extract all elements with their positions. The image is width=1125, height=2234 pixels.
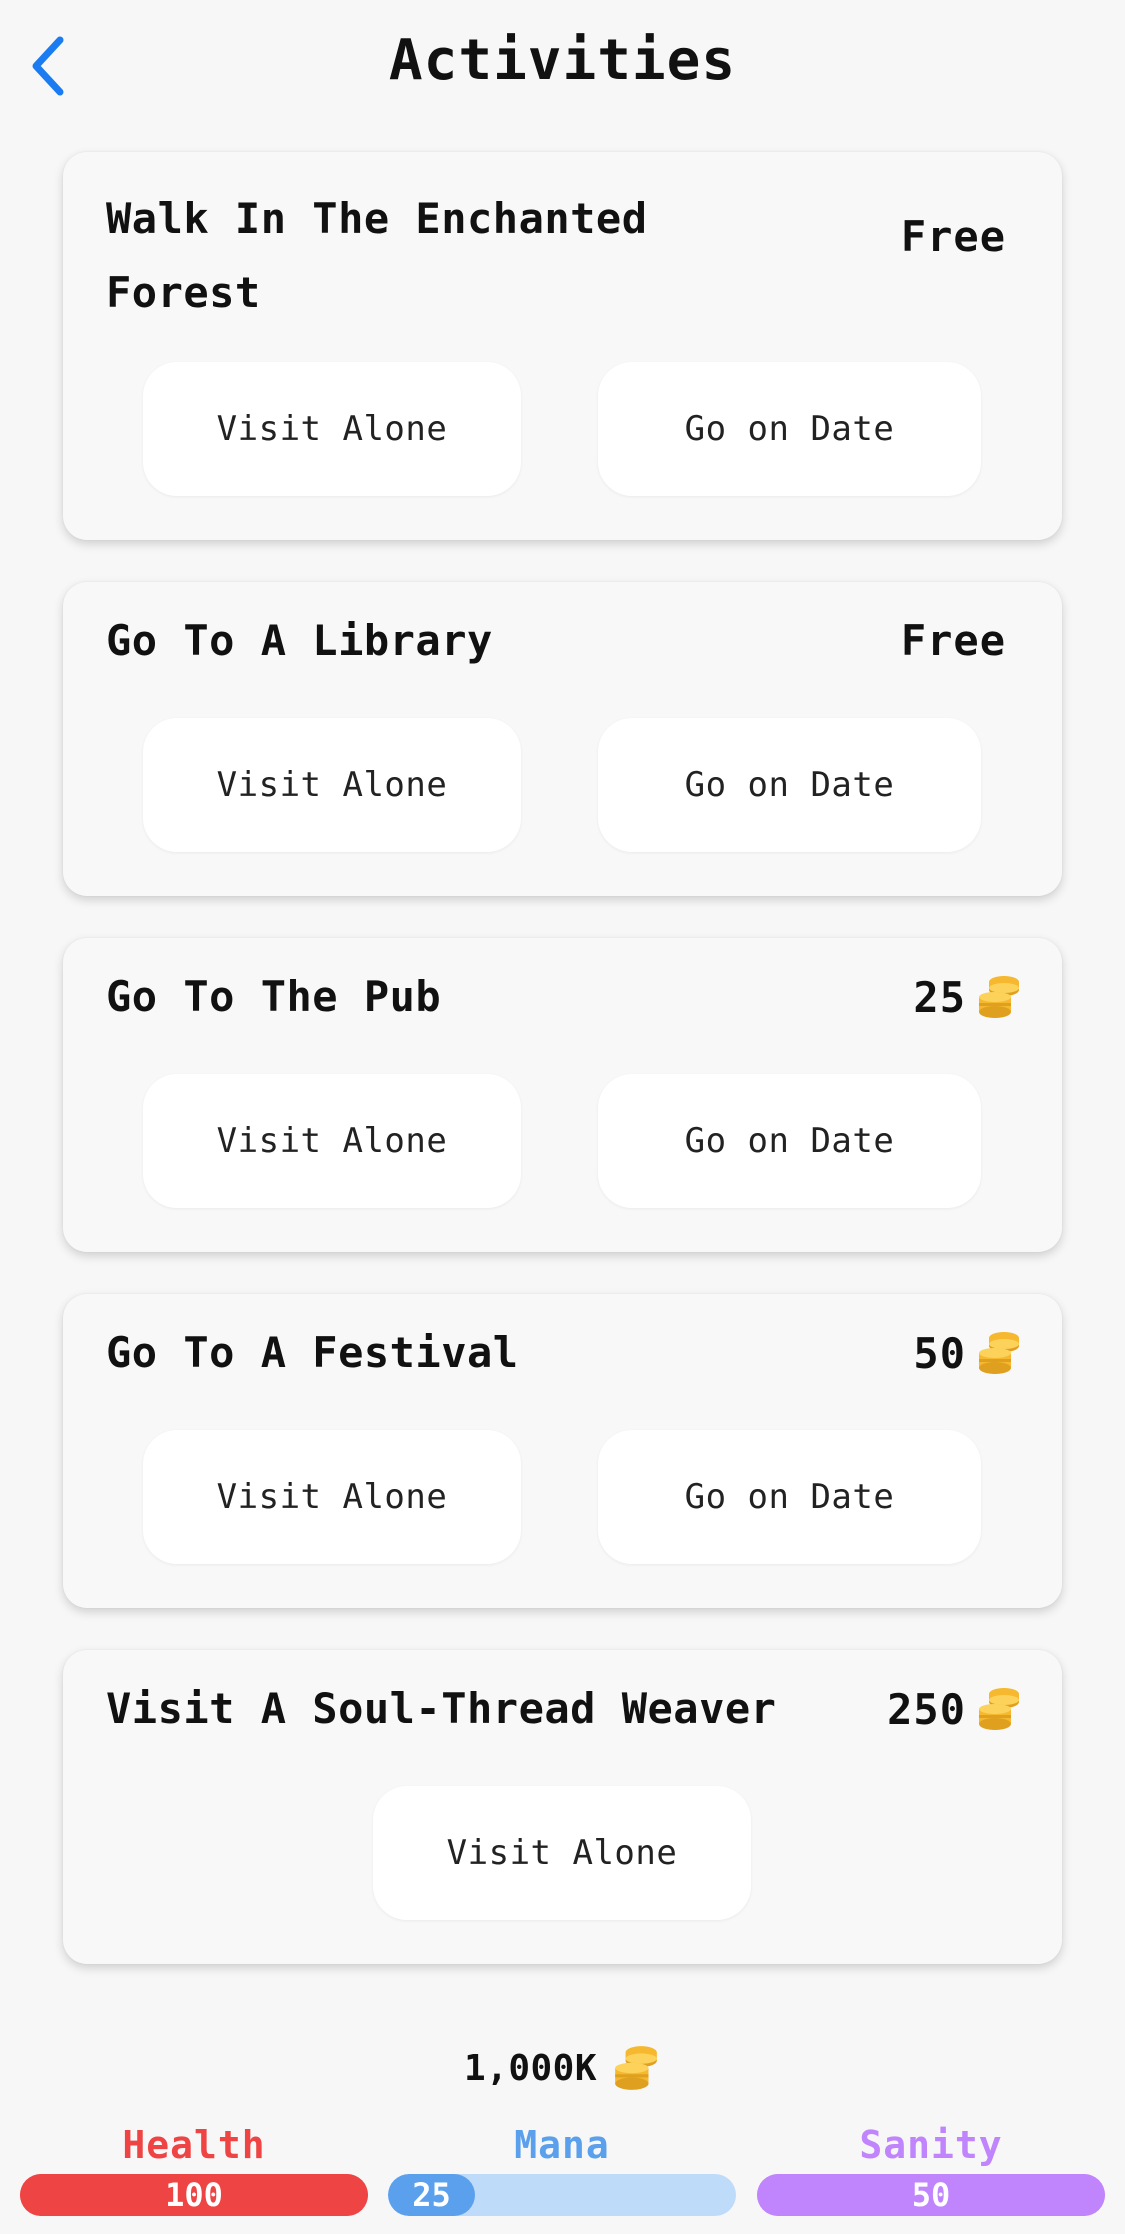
activity-card-enchanted-forest: Walk In The Enchanted Forest Free Visit … [63, 152, 1062, 540]
coin-stack-icon [979, 976, 1019, 1018]
activity-price: Free [901, 604, 1006, 678]
page-title: Activities [388, 28, 737, 93]
activity-price: 50 [913, 1316, 1022, 1390]
go-on-date-button[interactable]: Go on Date [598, 362, 981, 496]
stat-mana: Mana 25 [388, 2120, 736, 2216]
coin-stack-icon [979, 1688, 1019, 1730]
header: Activities [0, 0, 1125, 132]
visit-alone-button[interactable]: Visit Alone [143, 1430, 521, 1564]
price-label: 50 [913, 1328, 966, 1378]
coin-stack-icon [979, 1332, 1019, 1374]
activity-card-pub: Go To The Pub 25 Visit Alone Go on Date [63, 938, 1062, 1252]
activity-title: Go To A Festival [106, 1328, 519, 1377]
activity-card-festival: Go To A Festival 50 Visit Alone Go on Da… [63, 1294, 1062, 1608]
activity-title: Visit A Soul-Thread Weaver [106, 1684, 777, 1733]
price-label: Free [900, 212, 1006, 261]
activity-title: Go To The Pub [106, 972, 442, 1021]
visit-alone-button[interactable]: Visit Alone [143, 1074, 521, 1208]
money-display: 1,000K [0, 2043, 1125, 2093]
money-amount: 1,000K [463, 2047, 598, 2089]
stat-value: 25 [412, 2176, 451, 2214]
coin-stack-icon [615, 2046, 657, 2090]
activity-card-library: Go To A Library Free Visit Alone Go on D… [63, 582, 1062, 896]
mana-bar: 25 [388, 2174, 736, 2216]
stat-health: Health 100 [20, 2120, 368, 2216]
go-on-date-button[interactable]: Go on Date [598, 718, 981, 852]
stat-value: 50 [911, 2176, 951, 2214]
stat-label: Mana [514, 2123, 610, 2167]
activity-card-soul-thread-weaver: Visit A Soul-Thread Weaver 250 Visit Alo… [63, 1650, 1062, 1964]
activity-price: Free [901, 212, 1006, 261]
price-label: 25 [913, 972, 966, 1022]
stat-label: Sanity [859, 2123, 1003, 2167]
stat-label: Health [122, 2123, 266, 2167]
go-on-date-button[interactable]: Go on Date [598, 1074, 981, 1208]
activity-title: Walk In The Enchanted Forest [106, 194, 648, 317]
stat-value: 100 [165, 2176, 223, 2214]
health-bar: 100 [20, 2174, 368, 2216]
sanity-bar: 50 [757, 2174, 1105, 2216]
price-label: 250 [887, 1684, 966, 1734]
activity-price: 25 [913, 960, 1022, 1034]
visit-alone-button[interactable]: Visit Alone [143, 718, 521, 852]
stat-sanity: Sanity 50 [757, 2120, 1105, 2216]
visit-alone-button[interactable]: Visit Alone [143, 362, 521, 496]
price-label: Free [900, 616, 1006, 665]
visit-alone-button[interactable]: Visit Alone [373, 1786, 751, 1920]
activity-title: Go To A Library [106, 616, 493, 665]
activity-price: 250 [887, 1672, 1022, 1746]
go-on-date-button[interactable]: Go on Date [598, 1430, 981, 1564]
